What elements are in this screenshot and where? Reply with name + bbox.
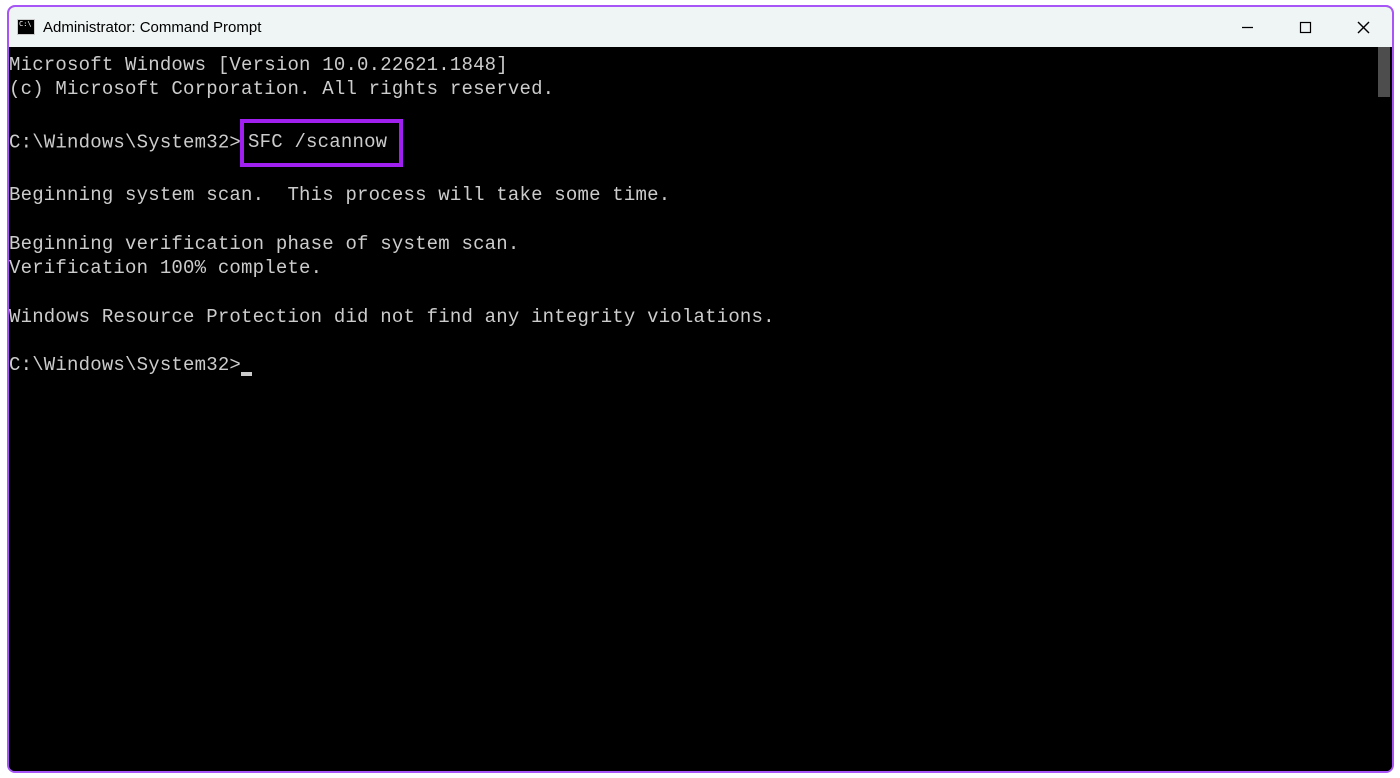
output-line: (c) Microsoft Corporation. All rights re… — [9, 77, 1376, 101]
blank-line — [9, 329, 1376, 353]
output-line: Beginning system scan. This process will… — [9, 183, 1376, 207]
prompt-line: C:\Windows\System32> SFC /scannow — [9, 126, 1376, 159]
output-line: Beginning verification phase of system s… — [9, 232, 1376, 256]
window-title: Administrator: Command Prompt — [43, 19, 261, 36]
command-highlight: SFC /scannow — [240, 119, 403, 167]
minimize-icon — [1241, 21, 1254, 34]
output-line: Windows Resource Protection did not find… — [9, 305, 1376, 329]
prompt-line: C:\Windows\System32> — [9, 353, 1376, 377]
cmd-icon — [17, 19, 35, 35]
blank-line — [9, 159, 1376, 183]
terminal-content: Microsoft Windows [Version 10.0.22621.18… — [9, 47, 1376, 771]
maximize-button[interactable] — [1276, 7, 1334, 47]
prompt-path: C:\Windows\System32> — [9, 131, 241, 153]
maximize-icon — [1299, 21, 1312, 34]
output-line: Microsoft Windows [Version 10.0.22621.18… — [9, 53, 1376, 77]
scrollbar[interactable] — [1376, 47, 1392, 771]
close-button[interactable] — [1334, 7, 1392, 47]
blank-line — [9, 207, 1376, 231]
command-prompt-window: Administrator: Command Prompt Microsoft … — [7, 5, 1394, 773]
output-line: Verification 100% complete. — [9, 256, 1376, 280]
minimize-button[interactable] — [1218, 7, 1276, 47]
close-icon — [1357, 21, 1370, 34]
command-text: SFC /scannow — [248, 131, 387, 153]
titlebar-left: Administrator: Command Prompt — [17, 19, 261, 36]
window-controls — [1218, 7, 1392, 47]
scrollbar-thumb[interactable] — [1378, 47, 1390, 97]
prompt-path: C:\Windows\System32> — [9, 354, 241, 376]
blank-line — [9, 102, 1376, 126]
terminal-body[interactable]: Microsoft Windows [Version 10.0.22621.18… — [9, 47, 1392, 771]
cursor — [241, 372, 252, 376]
titlebar[interactable]: Administrator: Command Prompt — [9, 7, 1392, 47]
blank-line — [9, 280, 1376, 304]
